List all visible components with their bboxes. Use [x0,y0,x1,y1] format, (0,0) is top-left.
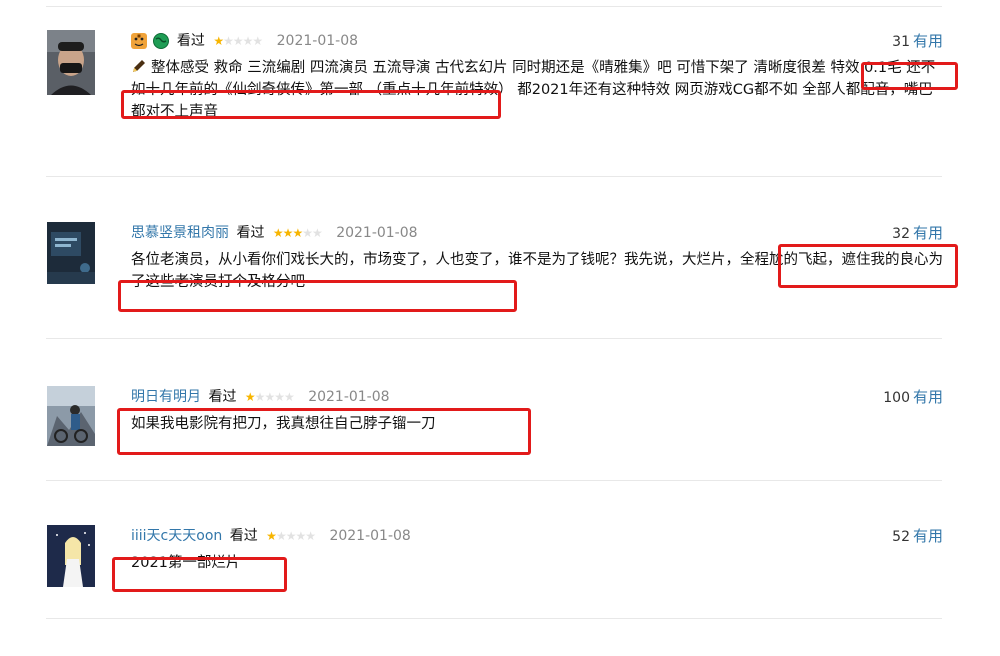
star-empty-icon: ★ [223,34,234,48]
star-empty-icon: ★ [232,34,244,48]
star-empty-icon: ★ [305,529,316,543]
comment-date: 2021-01-08 [276,33,359,49]
avatar-image [47,386,95,446]
username-link[interactable]: iiii天c天天oon [131,528,222,544]
star-empty-icon: ★ [275,529,287,543]
star-empty-icon: ★ [252,34,263,48]
globe-icon [153,33,170,49]
star-empty-icon: ★ [285,529,297,543]
tiger-face-icon [131,33,147,49]
star-filled-icon: ★ [292,226,303,240]
pencil-icon [131,58,147,74]
avatar-image [47,30,95,95]
vote-count: 100 [883,390,910,406]
comment-meta: iiii天c天天oon 看过 ★★★★★ 2021-01-08 52 有用 [131,525,943,547]
comments-page: 看过 ★★★★★ 2021-01-08 31 有用 整体感受 救命 三流编剧 四流… [0,0,1000,656]
star-empty-icon: ★ [295,529,306,543]
avatar-image [47,525,95,587]
comment-text: 如果我电影院有把刀，我真想往自己脖子镏一刀 [131,416,436,432]
comment-meta: 看过 ★★★★★ 2021-01-08 31 有用 [131,30,943,52]
comment-date: 2021-01-08 [308,389,390,405]
star-filled-icon: ★ [282,226,294,240]
star-filled-icon: ★ [244,390,256,404]
star-empty-icon: ★ [274,390,285,404]
avatar-image [47,222,95,284]
star-empty-icon: ★ [242,34,254,48]
vote-count: 52 [892,529,910,545]
star-filled-icon: ★ [272,226,284,240]
vote-count: 32 [892,226,910,242]
rating-stars: ★★★★★ [272,222,323,244]
comment-text-content: 整体感受 救命 三流编剧 四流演员 五流导演 古代玄幻片 同时期还是《晴雅集》吧… [131,60,936,120]
useful-button[interactable]: 有用 [913,527,943,545]
avatar[interactable] [47,525,95,590]
watch-status: 看过 [208,389,237,405]
comment-text: 整体感受 救命 三流编剧 四流演员 五流导演 古代玄幻片 同时期还是《晴雅集》吧… [131,57,943,123]
divider [46,176,942,177]
star-empty-icon: ★ [311,226,323,240]
star-empty-icon: ★ [302,226,313,240]
vote-area: 100 有用 [883,386,943,409]
star-empty-icon: ★ [283,390,295,404]
star-filled-icon: ★ [213,34,224,48]
username-link[interactable]: 思慕竖景租肉丽 [131,225,229,241]
watch-status: 看过 [176,33,205,49]
vote-area: 31 有用 [892,30,943,53]
comment-text: 2021第一部烂片 [131,555,241,571]
avatar[interactable] [47,30,95,95]
comment-text: 各位老演员，从小看你们戏长大的，市场变了，人也变了，谁不是为了钱呢？我先说，大烂… [131,252,943,290]
useful-button[interactable]: 有用 [913,388,943,406]
username-link[interactable]: 明日有明月 [131,389,201,405]
rating-stars: ★★★★★ [266,525,316,547]
avatar[interactable] [47,222,95,287]
divider [46,618,942,619]
useful-button[interactable]: 有用 [913,32,943,50]
divider [46,480,942,481]
divider [46,6,942,7]
star-empty-icon: ★ [264,390,275,404]
watch-status: 看过 [229,528,258,544]
rating-stars: ★★★★★ [213,30,263,52]
comment-date: 2021-01-08 [336,225,418,241]
vote-area: 52 有用 [892,525,943,548]
comment-date: 2021-01-08 [329,528,411,544]
avatar[interactable] [47,386,95,451]
star-filled-icon: ★ [266,529,277,543]
divider [46,338,942,339]
star-empty-icon: ★ [254,390,266,404]
vote-count: 31 [892,34,910,50]
comment-meta: 明日有明月 看过 ★★★★★ 2021-01-08 100 有用 [131,386,943,408]
watch-status: 看过 [236,225,265,241]
useful-button[interactable]: 有用 [913,224,943,242]
vote-area: 32 有用 [892,222,943,245]
rating-stars: ★★★★★ [244,386,295,408]
comment-meta: 思慕竖景租肉丽 看过 ★★★★★ 2021-01-08 32 有用 [131,222,943,244]
